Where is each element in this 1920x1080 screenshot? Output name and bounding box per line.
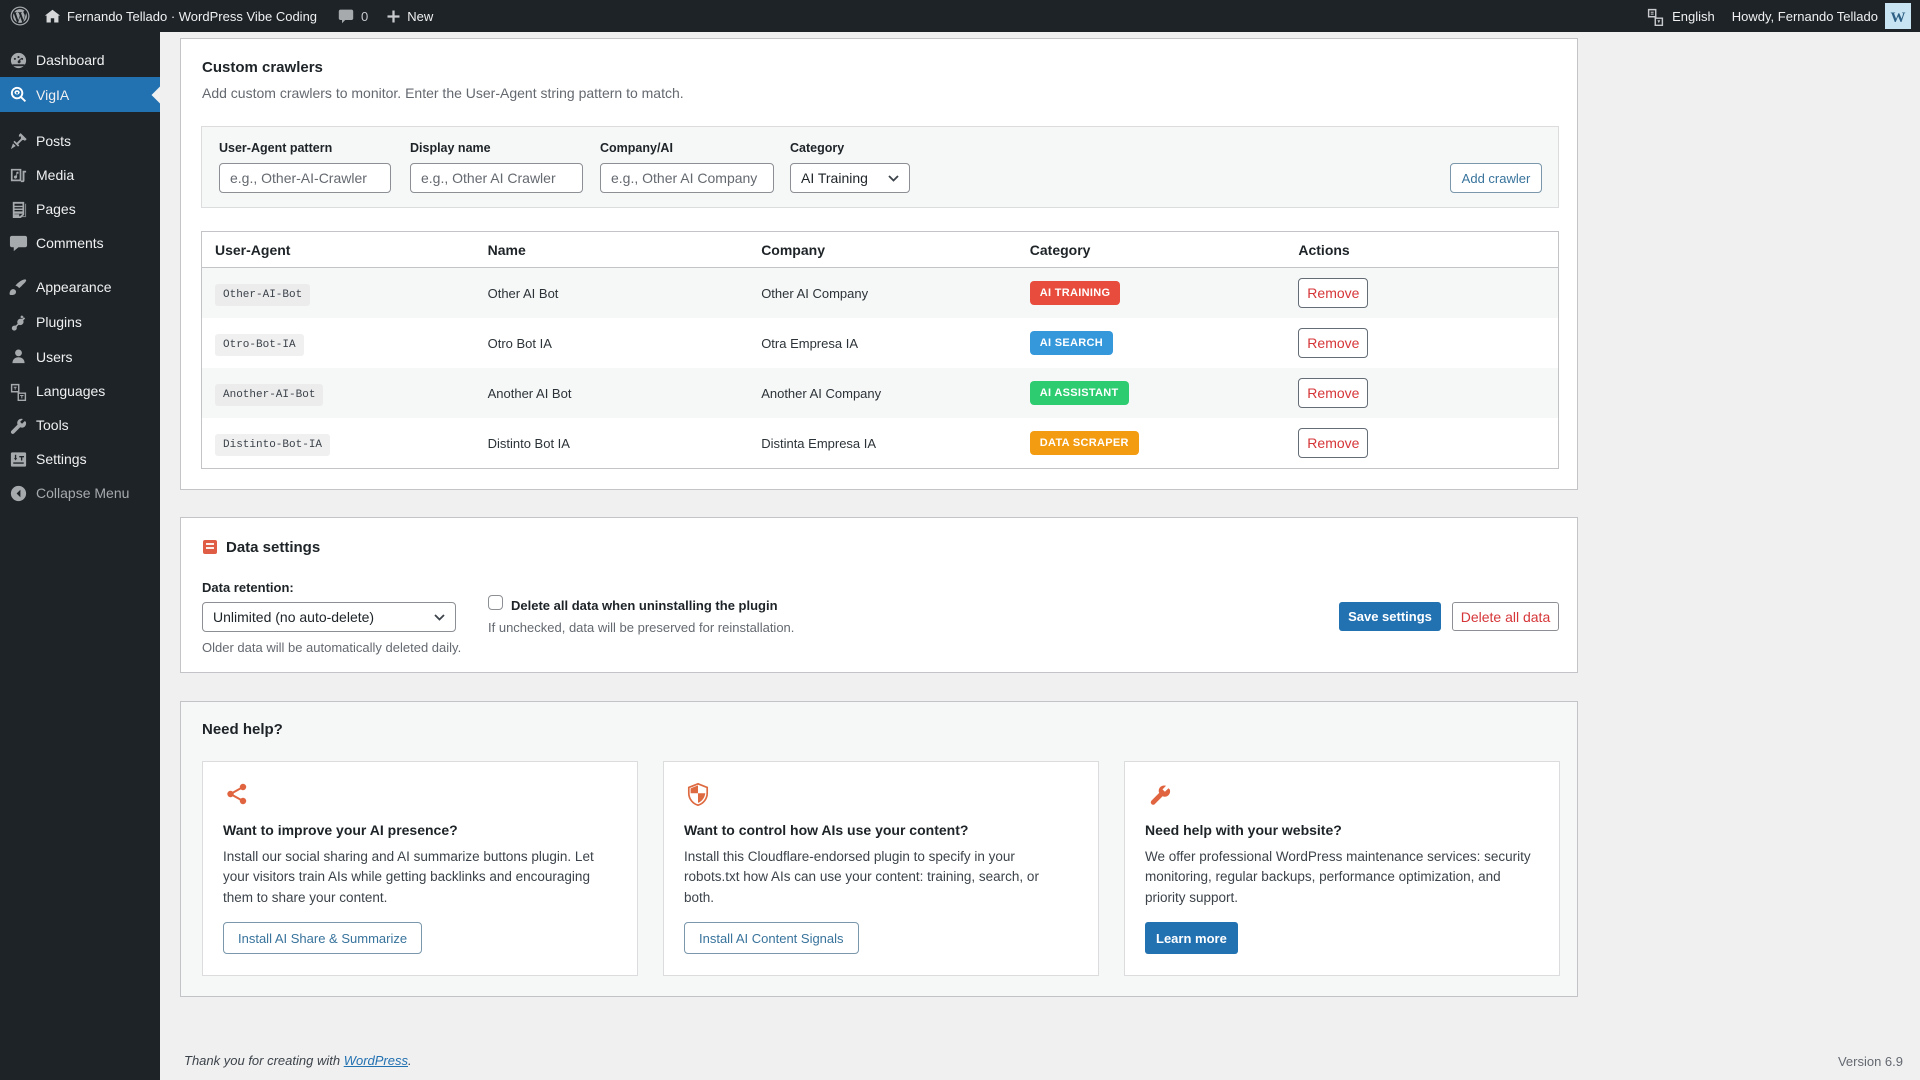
svg-text:W: W xyxy=(1891,10,1906,26)
